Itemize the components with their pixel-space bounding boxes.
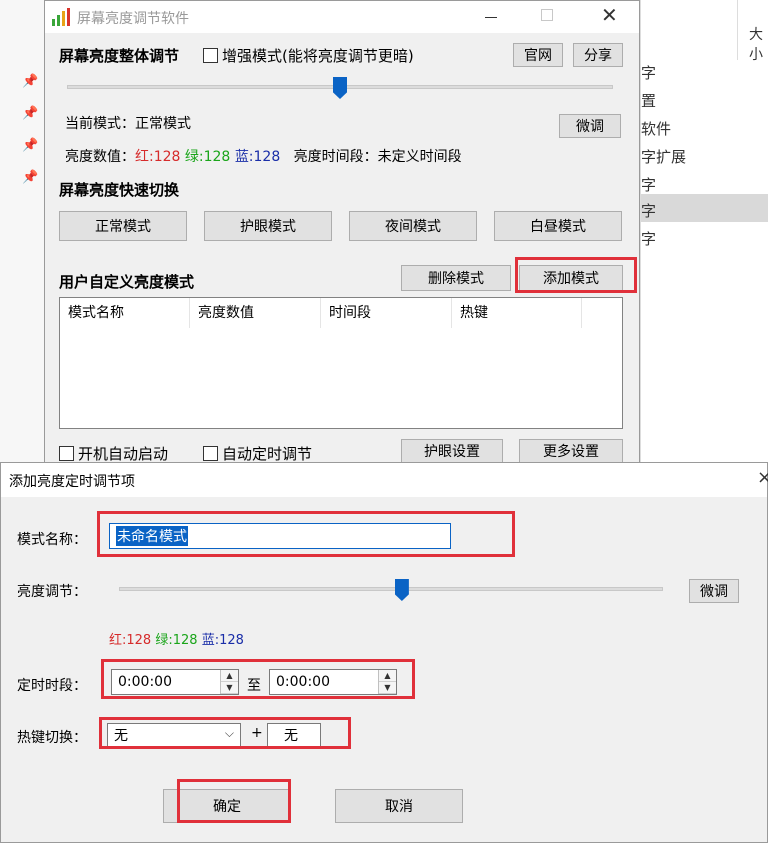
close-icon[interactable]: ✕: [601, 3, 618, 27]
overall-heading: 屏幕亮度整体调节: [59, 47, 180, 65]
start-time-spinner[interactable]: ▲ ▼: [220, 670, 238, 694]
brightness-values: 亮度数值：红:128 绿:128 蓝:128 亮度时间段：未定义时间段: [65, 146, 462, 166]
checkbox-box[interactable]: [203, 48, 218, 63]
night-mode-button[interactable]: 夜间模式: [349, 211, 477, 241]
add-mode-button[interactable]: 添加模式: [519, 265, 623, 291]
spin-up-icon[interactable]: ▲: [379, 670, 396, 682]
spin-down-icon[interactable]: ▼: [221, 682, 238, 694]
mode-name-label: 模式名称：: [17, 532, 87, 548]
normal-mode-button[interactable]: 正常模式: [59, 211, 187, 241]
dialog-red-value: 红:128: [109, 633, 152, 648]
current-mode-value: 正常模式: [135, 116, 191, 132]
checkbox-box[interactable]: [203, 446, 218, 461]
fine-tune-button[interactable]: 微调: [559, 114, 621, 138]
spin-down-icon[interactable]: ▼: [379, 682, 396, 694]
background-item[interactable]: 字: [641, 200, 656, 221]
background-item[interactable]: 字: [641, 228, 656, 249]
pin-icon[interactable]: 📌: [22, 74, 38, 89]
autostart-checkbox[interactable]: 开机自动启动: [59, 443, 168, 464]
dialog-rgb-values: 红:128 绿:128 蓝:128: [109, 629, 244, 648]
start-time-input[interactable]: 0:00:00 ▲ ▼: [111, 669, 239, 695]
values-label: 亮度数值：: [65, 149, 135, 165]
end-time-input[interactable]: 0:00:00 ▲ ▼: [269, 669, 397, 695]
column-header-name[interactable]: 模式名称: [60, 298, 190, 328]
dialog-fine-tune-button[interactable]: 微调: [689, 579, 739, 603]
mode-name-input[interactable]: 未命名模式: [109, 523, 451, 549]
eye-settings-button[interactable]: 护眼设置: [401, 439, 503, 463]
green-value: 绿:128: [184, 149, 231, 165]
hotkey-modifier-select[interactable]: 无 ⌵: [107, 723, 241, 747]
background-selected-row: [641, 194, 768, 222]
blue-value: 蓝:128: [234, 149, 281, 165]
dialog-title: 添加亮度定时调节项: [9, 474, 135, 490]
overall-slider-thumb[interactable]: [333, 77, 347, 99]
background-item[interactable]: 字扩展: [641, 146, 686, 167]
add-timer-dialog: 添加亮度定时调节项 × 模式名称： 未命名模式 亮度调节： 微调 红:128 绿…: [0, 462, 768, 843]
dialog-titlebar: 添加亮度定时调节项 ×: [1, 463, 768, 497]
pin-icon[interactable]: 📌: [22, 106, 38, 121]
checkbox-box[interactable]: [59, 446, 74, 461]
cancel-button[interactable]: 取消: [335, 789, 463, 823]
hotkey-key-value: 无: [284, 728, 298, 744]
pin-icon[interactable]: 📌: [22, 170, 38, 185]
period-value: 未定义时间段: [377, 149, 462, 165]
brightness-adjust-label: 亮度调节：: [17, 584, 87, 600]
share-button[interactable]: 分享: [573, 43, 623, 67]
dialog-blue-value: 蓝:128: [201, 633, 244, 648]
hotkey-label: 热键切换：: [17, 730, 87, 746]
enhance-mode-label: 增强模式(能将亮度调节更暗): [222, 47, 414, 65]
plus-sign: +: [251, 725, 263, 741]
autostart-label: 开机自动启动: [78, 445, 169, 463]
column-header-brightness[interactable]: 亮度数值: [190, 298, 321, 328]
hotkey-key-input[interactable]: 无: [267, 723, 321, 747]
to-label: 至: [247, 678, 261, 694]
custom-modes-list[interactable]: 模式名称 亮度数值 时间段 热键: [59, 297, 623, 429]
background-item[interactable]: 置: [641, 90, 656, 111]
app-logo-icon: [52, 8, 70, 26]
spin-up-icon[interactable]: ▲: [221, 670, 238, 682]
main-window-title: 屏幕亮度调节软件: [77, 11, 189, 27]
red-value: 红:128: [135, 149, 181, 165]
end-time-value: 0:00:00: [276, 674, 330, 690]
timer-period-label: 定时时段：: [17, 678, 87, 694]
maximize-button[interactable]: [541, 9, 553, 21]
pin-icon[interactable]: 📌: [22, 138, 38, 153]
column-header-hotkey[interactable]: 热键: [452, 298, 582, 328]
ok-button[interactable]: 确定: [163, 789, 291, 823]
background-item[interactable]: 字: [641, 174, 656, 195]
official-site-button[interactable]: 官网: [513, 43, 563, 67]
quick-switch-heading: 屏幕亮度快速切换: [59, 181, 180, 199]
delete-mode-button[interactable]: 删除模式: [401, 265, 511, 291]
minimize-button[interactable]: [481, 7, 501, 27]
custom-modes-heading: 用户自定义亮度模式: [59, 273, 195, 291]
auto-timer-checkbox[interactable]: 自动定时调节: [203, 443, 312, 464]
auto-timer-label: 自动定时调节: [222, 445, 313, 463]
mode-name-value: 未命名模式: [116, 526, 188, 546]
current-mode: 当前模式：正常模式: [65, 113, 191, 133]
chevron-down-icon[interactable]: ⌵: [225, 726, 234, 741]
hotkey-modifier-value: 无: [114, 728, 128, 744]
background-header-fragment: 大小: [749, 27, 763, 63]
background-item[interactable]: 软件: [641, 118, 671, 139]
background-item[interactable]: 字: [641, 62, 656, 83]
column-header-period[interactable]: 时间段: [321, 298, 452, 328]
day-mode-button[interactable]: 白昼模式: [494, 211, 622, 241]
background-window: 大小 字 置 软件 字扩展 字 字 字: [640, 0, 768, 470]
background-divider: [737, 0, 738, 60]
end-time-spinner[interactable]: ▲ ▼: [378, 670, 396, 694]
eye-care-mode-button[interactable]: 护眼模式: [204, 211, 332, 241]
current-mode-label: 当前模式：: [65, 116, 135, 132]
main-titlebar: 屏幕亮度调节软件 ✕: [45, 1, 639, 33]
more-settings-button[interactable]: 更多设置: [519, 439, 623, 463]
start-time-value: 0:00:00: [118, 674, 172, 690]
period-label: 亮度时间段：: [293, 149, 378, 165]
dialog-close-icon[interactable]: ×: [757, 467, 768, 488]
enhance-mode-checkbox[interactable]: 增强模式(能将亮度调节更暗): [203, 45, 414, 66]
dialog-slider-thumb[interactable]: [394, 579, 409, 601]
dialog-green-value: 绿:128: [155, 633, 198, 648]
main-window: 屏幕亮度调节软件 ✕ 屏幕亮度整体调节 增强模式(能将亮度调节更暗) 官网 分享…: [44, 0, 640, 464]
dialog-brightness-slider[interactable]: [119, 587, 663, 591]
